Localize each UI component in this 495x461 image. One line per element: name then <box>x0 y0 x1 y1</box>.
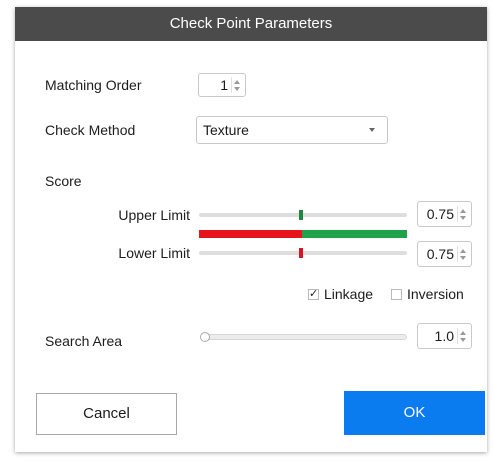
score-range-pass <box>302 230 407 238</box>
chevron-down-icon <box>369 128 375 132</box>
matching-order-value: 1 <box>220 77 228 93</box>
arrow-up-icon[interactable] <box>460 209 466 213</box>
dialog-title: Check Point Parameters <box>15 7 487 41</box>
check-method-select[interactable]: Texture <box>196 116 388 144</box>
arrow-down-icon[interactable] <box>460 256 466 260</box>
matching-order-stepper[interactable]: 1 <box>198 73 246 97</box>
lower-limit-stepper[interactable]: 0.75 <box>417 241 472 267</box>
arrow-down-icon[interactable] <box>234 87 240 91</box>
search-area-label: Search Area <box>45 333 123 349</box>
linkage-label: Linkage <box>324 286 374 302</box>
upper-limit-label: Upper Limit <box>118 207 190 223</box>
score-label: Score <box>45 173 82 189</box>
cancel-button[interactable]: Cancel <box>36 393 177 435</box>
inversion-label: Inversion <box>407 286 464 302</box>
stepper-arrows-icon[interactable] <box>457 246 468 262</box>
lower-limit-label: Lower Limit <box>118 245 190 261</box>
stepper-arrows-icon[interactable] <box>457 328 468 344</box>
arrow-up-icon[interactable] <box>234 80 240 84</box>
arrow-up-icon[interactable] <box>460 331 466 335</box>
upper-limit-thumb[interactable] <box>299 210 303 220</box>
search-area-slider[interactable] <box>202 334 407 340</box>
upper-limit-value: 0.75 <box>426 206 454 222</box>
arrow-down-icon[interactable] <box>460 338 466 342</box>
lower-limit-thumb[interactable] <box>299 248 303 258</box>
search-area-value: 1.0 <box>434 328 454 344</box>
score-range-fail <box>199 230 302 238</box>
linkage-checkbox[interactable]: ✓ <box>308 289 319 300</box>
lower-limit-value: 0.75 <box>426 246 454 262</box>
search-area-stepper[interactable]: 1.0 <box>417 323 472 349</box>
inversion-checkbox[interactable] <box>391 289 402 300</box>
upper-limit-stepper[interactable]: 0.75 <box>417 201 472 227</box>
check-method-value: Texture <box>203 122 249 138</box>
lower-limit-slider[interactable] <box>199 251 407 255</box>
search-area-thumb[interactable] <box>200 332 210 342</box>
matching-order-label: Matching Order <box>45 77 142 93</box>
upper-limit-slider[interactable] <box>199 213 407 217</box>
ok-button[interactable]: OK <box>344 391 485 435</box>
checkmark-icon: ✓ <box>309 288 319 300</box>
arrow-up-icon[interactable] <box>460 249 466 253</box>
check-method-label: Check Method <box>45 122 136 138</box>
arrow-down-icon[interactable] <box>460 216 466 220</box>
stepper-arrows-icon[interactable] <box>457 206 468 222</box>
check-point-parameters-dialog: Check Point Parameters Matching Order 1 … <box>15 7 487 452</box>
stepper-arrows-icon[interactable] <box>231 77 242 93</box>
